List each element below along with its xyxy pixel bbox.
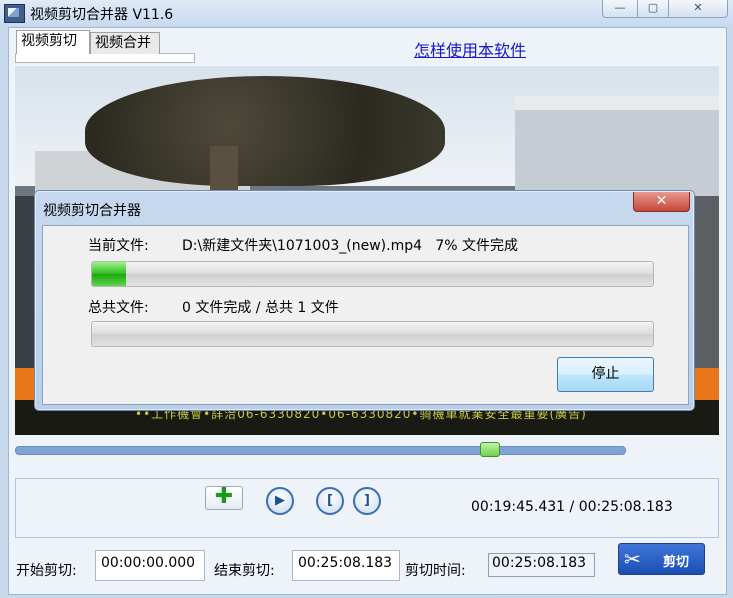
video-building-roof — [515, 96, 719, 110]
start-cut-label: 开始剪切: — [16, 563, 77, 579]
dialog-close-button[interactable]: ✕ — [633, 192, 690, 212]
total-time: 00:25:08.183 — [578, 499, 673, 515]
tab-video-cut[interactable]: 视频剪切 — [16, 30, 90, 54]
cut-duration-label: 剪切时间: — [405, 563, 466, 579]
end-cut-field[interactable]: 00:25:08.183 — [292, 550, 400, 581]
current-time: 00:19:45.431 — [471, 499, 566, 515]
time-separator: / — [569, 499, 575, 515]
total-files-progress-bar — [91, 321, 654, 347]
cut-button[interactable]: ✂ 剪切 — [618, 543, 705, 575]
dialog-body: 当前文件: D:\新建文件夹\1071003_(new).mp4 7% 文件完成… — [42, 225, 689, 405]
app-icon — [4, 4, 25, 23]
minimize-button[interactable]: — — [602, 0, 638, 18]
current-file-value: D:\新建文件夹\1071003_(new).mp4 7% 文件完成 — [182, 238, 519, 254]
window-title: 视频剪切合并器 V11.6 — [30, 7, 174, 23]
mark-in-button[interactable]: [ — [316, 487, 344, 515]
scissors-icon: ✂ — [624, 547, 641, 571]
end-cut-label: 结束剪切: — [214, 563, 275, 579]
progress-dialog: 视频剪切合并器 ✕ 当前文件: D:\新建文件夹\1071003_(new).m… — [34, 190, 695, 411]
cut-button-label: 剪切 — [663, 555, 690, 570]
play-icon: ▶ — [275, 493, 285, 508]
video-tree — [85, 76, 445, 186]
tab-video-merge[interactable]: 视频合并 — [90, 32, 160, 54]
time-readout: 00:19:45.431 / 00:25:08.183 — [471, 499, 673, 515]
bracket-open-icon: [ — [327, 493, 333, 508]
add-file-button[interactable]: ✚ — [205, 486, 243, 510]
seek-slider-track[interactable] — [15, 446, 626, 455]
dialog-title: 视频剪切合并器 — [43, 203, 141, 219]
play-button[interactable]: ▶ — [266, 487, 294, 515]
stop-button[interactable]: 停止 — [557, 357, 654, 392]
seek-slider-thumb[interactable] — [480, 442, 501, 457]
total-files-value: 0 文件完成 / 总共 1 文件 — [182, 300, 339, 316]
window-close-button[interactable]: ✕ — [668, 0, 728, 18]
current-file-progress-bar — [91, 261, 654, 287]
bracket-close-icon: ] — [364, 493, 370, 508]
mark-out-button[interactable]: ] — [353, 487, 381, 515]
maximize-button[interactable]: ▢ — [637, 0, 669, 18]
tab-strip — [15, 53, 195, 63]
plus-icon: ✚ — [214, 484, 234, 509]
help-link[interactable]: 怎样使用本软件 — [414, 37, 526, 61]
start-cut-field[interactable]: 00:00:00.000 — [95, 550, 205, 581]
total-files-label: 总共文件: — [88, 300, 149, 316]
current-file-progress-fill — [92, 262, 126, 286]
current-file-label: 当前文件: — [88, 238, 149, 254]
cut-duration-field: 00:25:08.183 — [488, 553, 595, 577]
